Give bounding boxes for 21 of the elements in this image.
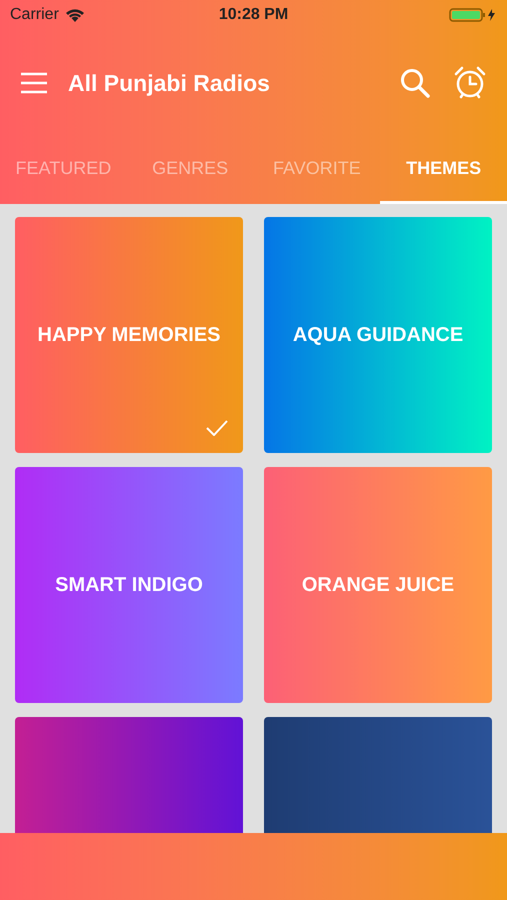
battery-icon <box>449 7 497 23</box>
theme-card[interactable]: HAPPY MEMORIES <box>15 217 243 453</box>
clock-label: 10:28 PM <box>218 5 288 25</box>
checkmark-icon <box>206 420 228 436</box>
theme-name: ORANGE JUICE <box>302 573 454 598</box>
theme-card[interactable]: AQUA GUIDANCE <box>264 217 492 453</box>
theme-card[interactable]: SMART INDIGO <box>15 467 243 703</box>
tab[interactable]: FAVORITE <box>254 136 380 204</box>
carrier-label: Carrier <box>10 5 59 25</box>
search-icon[interactable] <box>399 67 431 99</box>
theme-name: AQUA GUIDANCE <box>292 323 464 348</box>
theme-card[interactable]: ORANGE JUICE <box>264 467 492 703</box>
app-title: All Punjabi Radios <box>68 68 270 98</box>
tab[interactable]: THEMES <box>380 136 507 204</box>
alarm-clock-icon[interactable] <box>453 66 487 100</box>
menu-icon[interactable] <box>20 72 48 94</box>
theme-name: HAPPY MEMORIES <box>38 323 220 348</box>
tab[interactable]: FEATURED <box>0 136 127 204</box>
wifi-icon <box>64 8 85 22</box>
tab[interactable]: GENRES <box>126 136 254 204</box>
theme-name: SMART INDIGO <box>55 573 203 598</box>
